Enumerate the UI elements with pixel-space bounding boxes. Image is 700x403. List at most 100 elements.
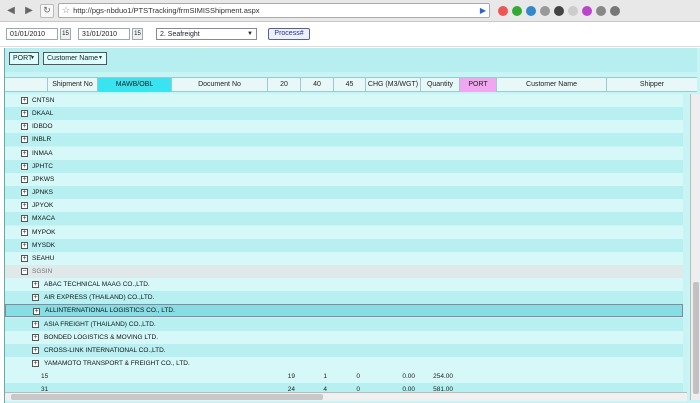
expand-icon[interactable]: +	[33, 308, 40, 316]
group-row-port-expanded[interactable]: − SGSIN	[5, 264, 683, 278]
group-row-label: CROSS-LINK INTERNATIONAL CO.,LTD.	[44, 346, 166, 354]
vertical-scrollbar[interactable]	[690, 94, 700, 400]
tools-menu-icon[interactable]	[610, 5, 620, 16]
group-row-label: MXACA	[32, 215, 56, 223]
expand-icon[interactable]: +	[21, 110, 28, 118]
calendar-icon[interactable]: 15	[132, 28, 143, 40]
group-row-port[interactable]: + CNTSN	[5, 94, 683, 107]
mode-select[interactable]: 2. Seafreight ▼	[156, 28, 257, 40]
expand-icon[interactable]: +	[32, 320, 39, 328]
group-row-label: ALLINTERNATIONAL LOGISTICS CO., LTD.	[45, 307, 175, 315]
chevron-down-icon: ▼	[30, 55, 35, 61]
expand-icon[interactable]: +	[21, 228, 28, 236]
shipment-grid: PORT ▼ Customer Name ▼ Shipment No MAWB/OB…	[4, 48, 700, 403]
summary-cell-shipment: 15	[41, 373, 49, 381]
group-row-label: IDBDO	[32, 123, 53, 131]
extension-icon[interactable]	[540, 5, 550, 16]
expand-icon[interactable]: +	[21, 215, 28, 223]
expand-icon[interactable]: +	[21, 254, 28, 262]
calendar-icon[interactable]: 15	[60, 28, 71, 40]
expand-icon[interactable]: +	[21, 162, 28, 170]
column-header-quantity[interactable]: Quantity	[420, 78, 459, 92]
group-row-customer[interactable]: + ASIA FREIGHT (THAILAND) CO.,LTD.	[5, 317, 683, 331]
column-header-chg[interactable]: CHG (M3/WGT)	[365, 78, 420, 92]
chevron-down-icon: ▼	[247, 31, 253, 37]
group-row-label: CNTSN	[32, 97, 55, 104]
group-row-port[interactable]: + IDBDO	[5, 120, 683, 134]
group-row-customer[interactable]: + ABAC TECHNICAL MAAG CO.,LTD.	[5, 278, 683, 292]
group-row-customer[interactable]: + ALLINTERNATIONAL LOGISTICS CO., LTD.	[5, 304, 683, 318]
group-row-port[interactable]: + INBLR	[5, 133, 683, 147]
date-from-input[interactable]: 01/01/2010	[6, 28, 58, 40]
group-row-label: DKAAL	[32, 110, 54, 118]
date-to-input[interactable]: 31/01/2010	[78, 28, 130, 40]
column-header-shipment-no[interactable]: Shipment No	[47, 78, 97, 92]
group-row-port[interactable]: + JPYOK	[5, 199, 683, 213]
group-row-port[interactable]: + JPHTC	[5, 159, 683, 173]
url-text: http://pgs-nbduo1/PTSTracking/frmSIMISSh…	[73, 6, 260, 15]
summary-row[interactable]: 15 19 1 0 0.00 254.00	[5, 370, 683, 384]
column-header-port[interactable]: PORT	[459, 78, 496, 92]
column-header-shipper[interactable]: Shipper	[606, 78, 697, 92]
reload-icon[interactable]: ↻	[40, 3, 54, 18]
extension-icon[interactable]	[582, 5, 592, 16]
expand-icon[interactable]: +	[21, 149, 28, 157]
group-row-customer[interactable]: + YAMAMOTO TRANSPORT & FREIGHT CO., LTD.	[5, 357, 683, 370]
group-row-customer[interactable]: + AIR EXPRESS (THAILAND) CO.,LTD.	[5, 291, 683, 305]
group-row-label: ASIA FREIGHT (THAILAND) CO.,LTD.	[44, 320, 156, 328]
group-row-port[interactable]: + JPNKS	[5, 186, 683, 200]
group-row-port[interactable]: + MYPOK	[5, 225, 683, 239]
expand-icon[interactable]: +	[32, 346, 39, 354]
filter-bar: 01/01/2010 15 31/01/2010 15 2. Seafreigh…	[0, 23, 700, 47]
column-indent	[5, 78, 47, 92]
expand-icon[interactable]: +	[21, 202, 28, 210]
column-header-45[interactable]: 45	[333, 78, 365, 92]
page-menu-icon[interactable]	[596, 5, 606, 16]
extension-icon[interactable]	[554, 5, 564, 16]
group-row-port[interactable]: + MXACA	[5, 212, 683, 226]
extension-icon[interactable]	[568, 5, 578, 16]
bookmark-star-icon[interactable]: ☆	[62, 5, 70, 16]
group-row-port[interactable]: + JPKWS	[5, 172, 683, 186]
expand-icon[interactable]: +	[32, 294, 39, 302]
column-header-40[interactable]: 40	[300, 78, 333, 92]
extension-icon[interactable]	[526, 5, 536, 16]
group-row-label: YAMAMOTO TRANSPORT & FREIGHT CO., LTD.	[44, 360, 190, 367]
address-bar[interactable]: ☆ http://pgs-nbduo1/PTSTracking/frmSIMIS…	[58, 3, 490, 18]
horizontal-scrollbar[interactable]	[5, 392, 687, 401]
column-header-20[interactable]: 20	[267, 78, 300, 92]
expand-icon[interactable]: +	[21, 97, 28, 104]
expand-icon[interactable]: +	[21, 241, 28, 249]
extension-icon[interactable]	[498, 5, 508, 16]
back-icon[interactable]: ◀	[4, 4, 18, 18]
column-header-document-no[interactable]: Document No	[171, 78, 267, 92]
summary-cell-chg: 0.00	[402, 373, 415, 381]
group-row-port[interactable]: + INMAA	[5, 146, 683, 160]
collapse-icon[interactable]: −	[21, 267, 28, 275]
expand-icon[interactable]: +	[21, 175, 28, 183]
expand-icon[interactable]: +	[32, 360, 39, 367]
scrollbar-thumb[interactable]	[11, 394, 323, 400]
expand-icon[interactable]: +	[21, 123, 28, 131]
group-row-port[interactable]: + DKAAL	[5, 107, 683, 121]
column-header-customer-name[interactable]: Customer Name	[496, 78, 606, 92]
group-row-customer[interactable]: + BONDED LOGISTICS & MOVING LTD.	[5, 330, 683, 344]
column-header-row: Shipment No MAWB/OBL Document No 20 40 4…	[5, 77, 697, 92]
forward-icon[interactable]: ▶	[22, 4, 36, 18]
scrollbar-thumb[interactable]	[693, 282, 699, 394]
group-chip-port[interactable]: PORT ▼	[9, 52, 39, 65]
group-row-port[interactable]: + MYSDK	[5, 238, 683, 252]
expand-icon[interactable]: +	[32, 281, 39, 289]
group-row-port[interactable]: + SEAHU	[5, 251, 683, 265]
expand-icon[interactable]: +	[32, 333, 39, 341]
group-chip-customer[interactable]: Customer Name ▼	[43, 52, 107, 65]
expand-icon[interactable]: +	[21, 189, 28, 197]
column-header-mawb[interactable]: MAWB/OBL	[97, 78, 171, 92]
process-button[interactable]: Process#	[268, 28, 310, 40]
group-row-label: MYSDK	[32, 241, 56, 249]
group-row-customer[interactable]: + CROSS-LINK INTERNATIONAL CO.,LTD.	[5, 343, 683, 357]
expand-icon[interactable]: +	[21, 136, 28, 144]
go-icon[interactable]: ▶	[480, 6, 486, 15]
extension-icon[interactable]	[512, 5, 522, 16]
grouping-panel: PORT ▼ Customer Name ▼	[5, 48, 697, 72]
